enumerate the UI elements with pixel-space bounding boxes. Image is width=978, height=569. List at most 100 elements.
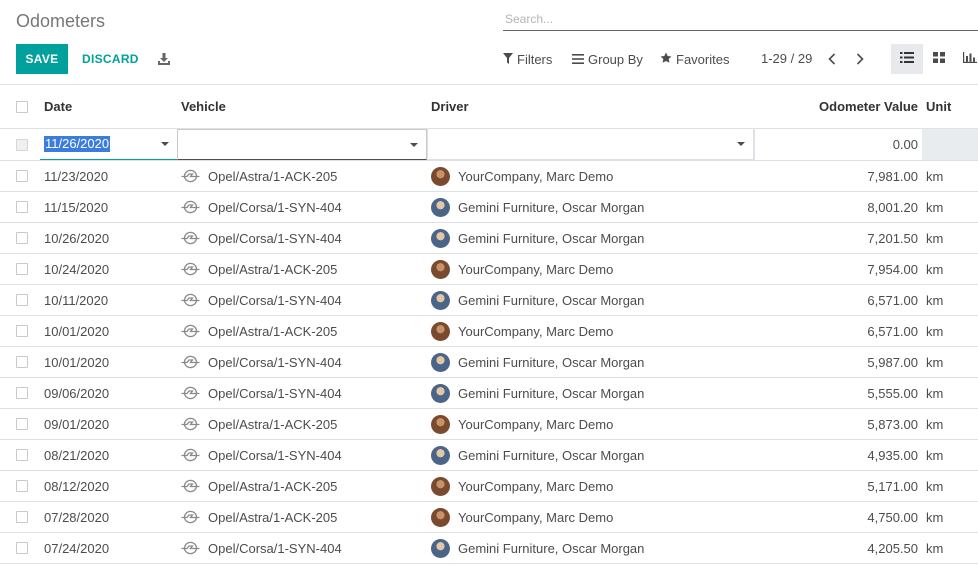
row-checkbox[interactable] <box>16 161 28 191</box>
group-by-label: Group By <box>588 51 643 67</box>
vehicle-field[interactable] <box>177 129 427 160</box>
row-driver[interactable]: Gemini Furniture, Oscar Morgan <box>431 223 644 253</box>
table-row[interactable]: 09/06/2020 Opel/Corsa/1-SYN-404 Gemini Fur… <box>0 378 978 409</box>
filters-button[interactable]: Filters <box>503 50 552 68</box>
row-checkbox[interactable] <box>16 471 28 501</box>
download-icon[interactable] <box>154 48 174 70</box>
row-driver[interactable]: Gemini Furniture, Oscar Morgan <box>431 440 644 470</box>
favorites-label: Favorites <box>676 51 730 67</box>
odometer-field[interactable]: 0.00 <box>754 129 922 160</box>
unit-field[interactable] <box>922 129 978 160</box>
row-vehicle[interactable]: Opel/Corsa/1-SYN-404 <box>181 192 342 222</box>
row-driver-label: Gemini Furniture, Oscar Morgan <box>458 540 645 556</box>
row-checkbox[interactable] <box>16 129 28 160</box>
row-checkbox[interactable] <box>16 347 28 377</box>
table-row[interactable]: 09/01/2020 Opel/Astra/1-ACK-205 YourCompan… <box>0 409 978 440</box>
editable-row[interactable]: 11/26/2020 0.00 <box>0 129 978 161</box>
row-vehicle[interactable]: Opel/Corsa/1-SYN-404 <box>181 378 342 408</box>
table-row[interactable]: 10/01/2020 Opel/Astra/1-ACK-205 YourCompan… <box>0 316 978 347</box>
bars-icon <box>572 52 584 67</box>
row-driver[interactable]: Gemini Furniture, Oscar Morgan <box>431 285 644 315</box>
row-vehicle[interactable]: Opel/Corsa/1-SYN-404 <box>181 440 342 470</box>
row-driver[interactable]: Gemini Furniture, Oscar Morgan <box>431 533 644 563</box>
row-driver-label: YourCompany, Marc Demo <box>458 478 614 494</box>
row-checkbox[interactable] <box>16 502 28 532</box>
avatar <box>431 507 450 527</box>
row-vehicle-label: Opel/Corsa/1-SYN-404 <box>208 354 342 370</box>
row-driver[interactable]: Gemini Furniture, Oscar Morgan <box>431 192 644 222</box>
table-row[interactable]: 11/23/2020 Opel/Astra/1-ACK-205 YourCompan… <box>0 161 978 192</box>
table-row[interactable]: 10/24/2020 Opel/Astra/1-ACK-205 YourCompan… <box>0 254 978 285</box>
save-button[interactable]: SAVE <box>16 44 68 74</box>
table-row[interactable]: 11/15/2020 Opel/Corsa/1-SYN-404 Gemini Fur… <box>0 192 978 223</box>
row-unit: km <box>926 354 944 370</box>
row-vehicle[interactable]: Opel/Corsa/1-SYN-404 <box>181 285 342 315</box>
row-checkbox[interactable] <box>16 223 28 253</box>
row-checkbox[interactable] <box>16 285 28 315</box>
column-driver[interactable]: Driver <box>431 85 469 128</box>
discard-button[interactable]: DISCARD <box>76 44 145 74</box>
pager-value[interactable]: 1-29 / 29 <box>761 51 812 66</box>
row-driver[interactable]: YourCompany, Marc Demo <box>431 409 613 439</box>
favorites-button[interactable]: Favorites <box>660 50 729 68</box>
table-row[interactable]: 10/11/2020 Opel/Corsa/1-SYN-404 Gemini Fur… <box>0 285 978 316</box>
row-vehicle[interactable]: Opel/Astra/1-ACK-205 <box>181 161 337 191</box>
car-brand-logo-icon <box>181 293 200 307</box>
row-checkbox[interactable] <box>16 192 28 222</box>
chevron-down-icon[interactable] <box>161 142 169 146</box>
search-bar[interactable] <box>503 9 978 31</box>
row-driver[interactable]: YourCompany, Marc Demo <box>431 316 613 346</box>
column-unit[interactable]: Unit <box>926 85 951 128</box>
row-vehicle[interactable]: Opel/Corsa/1-SYN-404 <box>181 533 342 563</box>
row-driver[interactable]: YourCompany, Marc Demo <box>431 502 613 532</box>
chevron-right-icon[interactable] <box>852 50 868 68</box>
table-row[interactable]: 10/01/2020 Opel/Corsa/1-SYN-404 Gemini Fur… <box>0 347 978 378</box>
row-checkbox[interactable] <box>16 316 28 346</box>
row-vehicle[interactable]: Opel/Corsa/1-SYN-404 <box>181 223 342 253</box>
column-vehicle[interactable]: Vehicle <box>181 85 226 128</box>
table-row[interactable]: 07/28/2020 Opel/Astra/1-ACK-205 YourCompan… <box>0 502 978 533</box>
row-driver[interactable]: YourCompany, Marc Demo <box>431 161 613 191</box>
row-driver[interactable]: Gemini Furniture, Oscar Morgan <box>431 378 644 408</box>
car-brand-logo-icon <box>181 510 200 524</box>
row-driver[interactable]: YourCompany, Marc Demo <box>431 471 613 501</box>
row-vehicle[interactable]: Opel/Astra/1-ACK-205 <box>181 502 337 532</box>
avatar <box>431 197 450 217</box>
filters-label: Filters <box>517 51 553 67</box>
driver-field[interactable] <box>427 129 754 160</box>
select-all-checkbox[interactable] <box>16 85 28 128</box>
chevron-down-icon[interactable] <box>410 143 418 147</box>
avatar <box>431 259 450 279</box>
chevron-left-icon[interactable] <box>824 50 840 68</box>
column-date[interactable]: Date <box>44 85 72 128</box>
row-driver[interactable]: Gemini Furniture, Oscar Morgan <box>431 347 644 377</box>
row-checkbox[interactable] <box>16 409 28 439</box>
row-vehicle[interactable]: Opel/Corsa/1-SYN-404 <box>181 347 342 377</box>
table-row[interactable]: 08/12/2020 Opel/Astra/1-ACK-205 YourCompan… <box>0 471 978 502</box>
row-unit: km <box>926 168 944 184</box>
kanban-view-icon <box>933 50 945 68</box>
graph-view-button[interactable] <box>955 44 978 74</box>
column-odometer-value[interactable]: Odometer Value <box>819 85 918 128</box>
chevron-down-icon[interactable] <box>737 142 745 146</box>
group-by-button[interactable]: Group By <box>572 50 643 68</box>
row-vehicle[interactable]: Opel/Astra/1-ACK-205 <box>181 471 337 501</box>
row-vehicle[interactable]: Opel/Astra/1-ACK-205 <box>181 316 337 346</box>
search-input[interactable] <box>503 9 965 29</box>
row-vehicle[interactable]: Opel/Astra/1-ACK-205 <box>181 409 337 439</box>
row-driver[interactable]: YourCompany, Marc Demo <box>431 254 613 284</box>
row-checkbox[interactable] <box>16 440 28 470</box>
table-row[interactable]: 08/21/2020 Opel/Corsa/1-SYN-404 Gemini Fur… <box>0 440 978 471</box>
row-checkbox[interactable] <box>16 378 28 408</box>
list-view-button[interactable] <box>891 44 923 74</box>
date-field[interactable]: 11/26/2020 <box>40 129 177 160</box>
row-vehicle[interactable]: Opel/Astra/1-ACK-205 <box>181 254 337 284</box>
car-brand-logo-icon <box>181 386 200 400</box>
row-checkbox[interactable] <box>16 533 28 563</box>
row-odometer-value: 6,571.00 <box>867 292 918 308</box>
row-checkbox[interactable] <box>16 254 28 284</box>
car-brand-logo-icon <box>181 169 200 183</box>
table-row[interactable]: 07/24/2020 Opel/Corsa/1-SYN-404 Gemini Fur… <box>0 533 978 564</box>
kanban-view-button[interactable] <box>923 44 955 74</box>
table-row[interactable]: 10/26/2020 Opel/Corsa/1-SYN-404 Gemini Fur… <box>0 223 978 254</box>
